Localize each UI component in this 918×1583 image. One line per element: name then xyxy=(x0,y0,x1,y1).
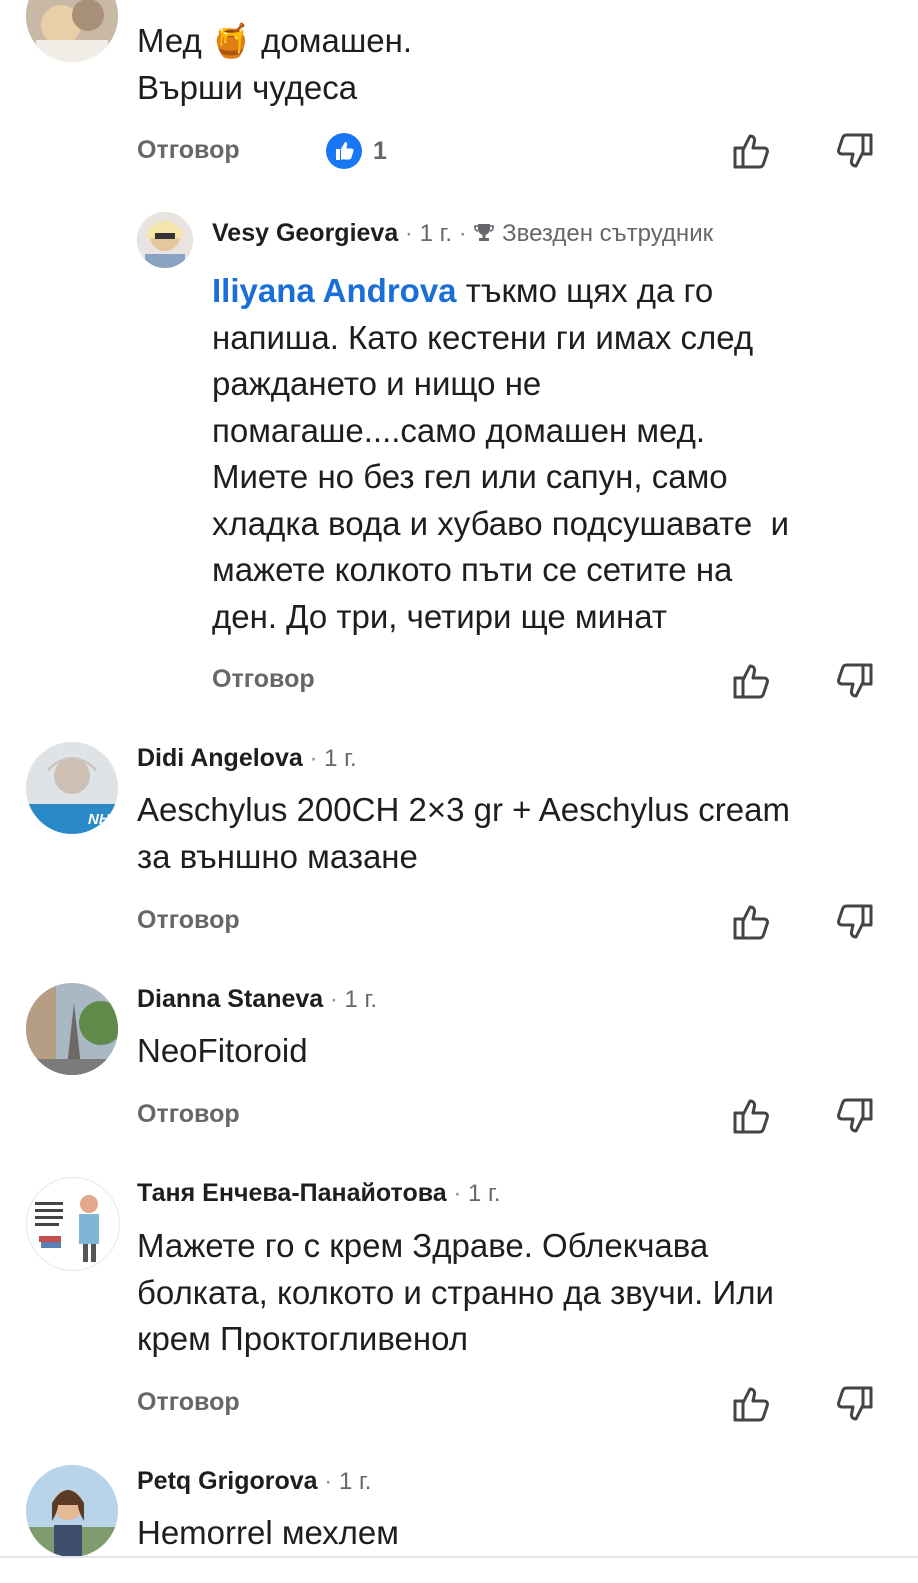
like-count: 1 xyxy=(373,137,387,165)
avatar[interactable] xyxy=(26,1177,120,1271)
comment-time[interactable]: 1 г. xyxy=(339,1468,372,1495)
thumbs-up-outline-icon[interactable] xyxy=(732,661,772,701)
thumbs-down-outline-icon[interactable] xyxy=(834,131,874,171)
comment-meta: Dianna Staneva · 1 г. xyxy=(137,983,377,1016)
comment-line: Мед 🍯 домашен. xyxy=(137,22,413,59)
separator-dot: · xyxy=(309,745,325,772)
author-name[interactable]: Petq Grigorova xyxy=(137,1467,318,1495)
comment-meta: Petq Grigorova · 1 г. xyxy=(137,1465,371,1498)
separator-dot: · xyxy=(453,1180,469,1207)
comment-line: раждането и нищо не xyxy=(212,365,542,402)
comment-body: Aeschylus 200CH 2×3 gr + Aeschylus cream… xyxy=(137,787,790,880)
comment-body: Мед 🍯 домашен. Върши чудеса xyxy=(137,18,412,111)
author-name[interactable]: Didi Angelova xyxy=(137,744,303,772)
reply-button[interactable]: Отговор xyxy=(137,134,240,166)
comment-meta: Didi Angelova · 1 г. xyxy=(137,742,357,775)
reply-button[interactable]: Отговор xyxy=(137,904,240,936)
comment-line: Aeschylus 200CH 2×3 gr + Aeschylus cream xyxy=(137,791,790,828)
mention-link[interactable]: Iliyana Androva xyxy=(212,272,457,309)
comment-line: ден. До три, четири ще минат xyxy=(212,597,667,635)
thumbs-down-outline-icon[interactable] xyxy=(834,902,874,942)
avatar[interactable] xyxy=(26,0,118,62)
comment-time[interactable]: 1 г. xyxy=(420,220,453,247)
author-name[interactable]: Vesy Georgieva xyxy=(212,219,398,247)
comment-line: крем Проктогливенол xyxy=(137,1320,468,1357)
comment-body: Мажете го с крем Здраве. Облекчава болка… xyxy=(137,1223,774,1363)
comment-line: Мажете го с крем Здраве. Облекчава xyxy=(137,1227,709,1264)
thumbs-up-outline-icon[interactable] xyxy=(732,902,772,942)
comment-line: болката, колкото и странно да звучи. Или xyxy=(137,1273,774,1311)
separator-dot: · xyxy=(324,1468,339,1495)
comment-body: Hemorrel мехлем xyxy=(137,1510,399,1557)
comment-line: помагаше....само домашен мед. xyxy=(212,411,706,449)
thumbs-down-outline-icon[interactable] xyxy=(834,661,874,701)
avatar[interactable] xyxy=(26,983,118,1075)
comment-line: Iliyana Androva тъкмо щях да го xyxy=(212,268,789,315)
comment-body: Iliyana Androva тъкмо щях да го напиша. … xyxy=(212,268,789,640)
comment-time[interactable]: 1 г. xyxy=(324,745,357,772)
avatar[interactable] xyxy=(137,212,193,268)
separator-dot: · xyxy=(329,986,345,1013)
thumbs-up-outline-icon[interactable] xyxy=(732,131,772,171)
thumbs-up-outline-icon[interactable] xyxy=(732,1384,772,1424)
avatar[interactable]: NHS xyxy=(26,742,118,834)
author-name[interactable]: Dianna Staneva xyxy=(137,985,323,1013)
reply-button[interactable]: Отговор xyxy=(137,1386,240,1418)
comment-line: мажете колкото пъти се сетите на xyxy=(212,551,733,588)
comment-line: за външно мазане xyxy=(137,837,418,875)
thumbs-up-outline-icon[interactable] xyxy=(732,1096,772,1136)
comment-line-text: тъкмо щях да го xyxy=(456,272,714,309)
comment-time[interactable]: 1 г. xyxy=(468,1180,501,1207)
comment-time[interactable]: 1 г. xyxy=(345,986,378,1013)
thumbs-down-outline-icon[interactable] xyxy=(834,1096,874,1136)
reply-button[interactable]: Отговор xyxy=(137,1098,240,1130)
comment-line: Hemorrel мехлем xyxy=(137,1514,399,1551)
comments-page: Мед 🍯 домашен. Върши чудеса Отговор 1 Ve… xyxy=(0,0,918,1583)
comment-line: напиша. Като кестени ги имах след xyxy=(212,318,754,356)
author-name[interactable]: Таня Енчева-Панайотова xyxy=(137,1179,447,1207)
like-reaction-icon xyxy=(326,133,362,169)
comment-line: хладка вода и хубаво подсушавате и xyxy=(212,504,790,542)
avatar-badge-text: NHS xyxy=(88,811,118,828)
divider xyxy=(0,1556,918,1558)
comment-line: Миете но без гел или сапун, само xyxy=(212,458,728,495)
thumbs-down-outline-icon[interactable] xyxy=(834,1384,874,1424)
separator-dot: · xyxy=(404,220,420,247)
reply-button[interactable]: Отговор xyxy=(212,663,315,695)
status-badge: Звезден сътрудник xyxy=(502,220,714,247)
separator-dot: · xyxy=(458,220,474,247)
comment-line: Върши чудеса xyxy=(137,68,358,106)
avatar[interactable] xyxy=(26,1465,118,1557)
comment-meta: Таня Енчева-Панайотова · 1 г. xyxy=(137,1177,501,1210)
comment-body: NeoFitoroid xyxy=(137,1028,308,1075)
comment-line: NeoFitoroid xyxy=(137,1032,308,1069)
comment-meta: Vesy Georgieva · 1 г. · Звезден сътрудни… xyxy=(212,217,713,250)
trophy-icon xyxy=(473,221,495,243)
